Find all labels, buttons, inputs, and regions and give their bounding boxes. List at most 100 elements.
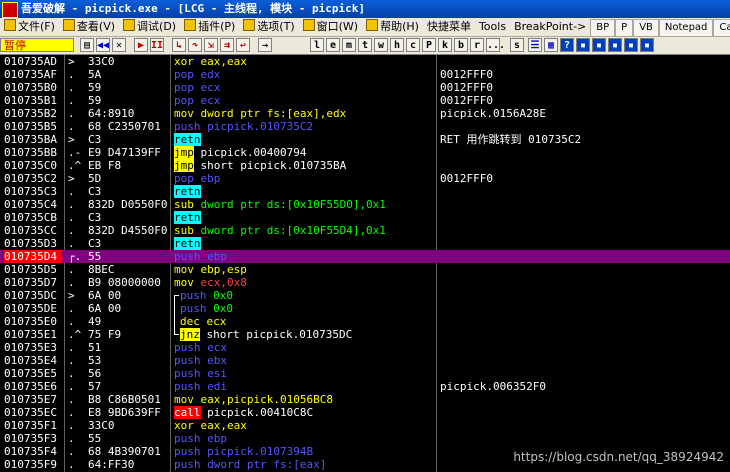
window-button-11[interactable]: ... — [486, 38, 505, 52]
menu-item[interactable]: 调试(D) — [119, 18, 180, 36]
window-button-6[interactable]: c — [406, 38, 420, 52]
disasm-row[interactable]: 010735EC. E8 9BD639FF call picpick.00410C8… — [0, 406, 730, 419]
color-icon-5[interactable]: ▪ — [640, 38, 654, 52]
rewind-icon[interactable]: ◀◀ — [96, 38, 110, 52]
open-icon[interactable]: ▤ — [80, 38, 94, 52]
disasm-row[interactable]: 010735D5. 8BEC mov ebp,esp — [0, 263, 730, 276]
disasm-row[interactable]: 010735D4 ┌. 55 push ebp — [0, 250, 730, 263]
menu-bar: 文件(F) 查看(V) 调试(D) 插件(P) 选项(T) 窗口(W) 帮助(H) 快捷菜单 T… — [0, 18, 730, 37]
window-button-12[interactable]: s — [510, 38, 524, 52]
grid-icon[interactable]: ▦ — [544, 38, 558, 52]
mnemonic: jnz — [180, 328, 200, 341]
disasm-row[interactable]: 010735DC >6A 00 push 0x0 — [0, 289, 730, 302]
disasm-row[interactable]: 010735BB .- E9 D47139FF jmp picpick.0040079… — [0, 146, 730, 159]
disasm-row[interactable]: 010735B2. 64:8910 mov dword ptr fs:[eax],e… — [0, 107, 730, 120]
disassembly-cell: retn — [174, 133, 436, 146]
color-icon-2[interactable]: ▪ — [592, 38, 606, 52]
flow-marker: . — [68, 107, 75, 120]
menu-item[interactable]: 窗口(W) — [299, 18, 362, 36]
window-button-9[interactable]: b — [454, 38, 468, 52]
color-icon-4[interactable]: ▪ — [624, 38, 638, 52]
disasm-row[interactable]: 010735E4. 53 push ebx — [0, 354, 730, 367]
disasm-row[interactable]: 010735F3. 55 push ebp — [0, 432, 730, 445]
color-icon-3[interactable]: ▪ — [608, 38, 622, 52]
disasm-row[interactable]: 010735C0 .^ EB F8 jmp short picpick.010735B… — [0, 159, 730, 172]
disasm-row[interactable]: 010735C3. C3 retn — [0, 185, 730, 198]
help-icon[interactable]: ? — [560, 38, 574, 52]
disasm-row[interactable]: 010735E0. 49 dec ecx — [0, 315, 730, 328]
trace-over-icon[interactable]: ⇉ — [220, 38, 234, 52]
window-button-2[interactable]: m — [342, 38, 356, 52]
mnemonic: mov — [174, 107, 194, 120]
plugin-button[interactable]: Calc — [713, 19, 730, 36]
pause-icon[interactable]: II — [150, 38, 164, 52]
trace-into-icon[interactable]: ⇲ — [204, 38, 218, 52]
run-icon[interactable]: ▶ — [134, 38, 148, 52]
disassembly-cell: xor eax,eax — [174, 55, 436, 68]
disasm-row[interactable]: 010735D7. B9 08000000 mov ecx,0x8 — [0, 276, 730, 289]
window-button-0[interactable]: l — [310, 38, 324, 52]
window-button-10[interactable]: r — [470, 38, 484, 52]
disasm-row[interactable]: 010735F1. 33C0 xor eax,eax — [0, 419, 730, 432]
disasm-row[interactable]: 010735C4. 832D D0550F01 sub dword ptr ds:[… — [0, 198, 730, 211]
menu-item[interactable]: 帮助(H) — [362, 18, 423, 36]
disasm-row[interactable]: 010735E1 .^ 75 F9 jnz short picpick.010735D… — [0, 328, 730, 341]
plugin-button[interactable]: VB — [633, 19, 659, 36]
address-cell: 010735B2 — [4, 107, 57, 120]
disasm-row[interactable]: 010735E7. B8 C86B0501 mov eax,picpick.0105… — [0, 393, 730, 406]
disassembly-pane[interactable]: https://blog.csdn.net/qq_38924942 010735… — [0, 55, 730, 472]
window-button-1[interactable]: e — [326, 38, 340, 52]
window-button-4[interactable]: w — [374, 38, 388, 52]
list-icon[interactable]: ☰ — [528, 38, 542, 52]
disasm-row[interactable]: 010735F4. 68 4B390701 push picpick.0107394… — [0, 445, 730, 458]
address-cell: 010735BB — [4, 146, 57, 159]
operands: picpick.0107394B — [200, 445, 314, 458]
comment-cell: 0012FFF0 — [440, 94, 493, 107]
disasm-row[interactable]: 010735BA > C3 retn RET 用作跳转到 010735C2 — [0, 133, 730, 146]
execute-till-return-icon[interactable]: ↩ — [236, 38, 250, 52]
window-button-8[interactable]: k — [438, 38, 452, 52]
disasm-row[interactable]: 010735CB. C3 retn — [0, 211, 730, 224]
address-cell: 010735F9 — [4, 458, 57, 471]
hex-bytes-cell: 68 C2350701 — [88, 120, 161, 133]
plugin-button[interactable]: P — [615, 19, 634, 36]
disasm-row[interactable]: 010735C2 >5D pop ebp 0012FFF0 — [0, 172, 730, 185]
window-button-7[interactable]: P — [422, 38, 436, 52]
color-icon-1[interactable]: ▪ — [576, 38, 590, 52]
comment-cell: 0012FFF0 — [440, 81, 493, 94]
window-button-3[interactable]: t — [358, 38, 372, 52]
plugin-button[interactable]: BP — [590, 19, 616, 36]
menu-item[interactable]: Tools — [475, 18, 510, 36]
menu-item[interactable]: BreakPoint-> — [510, 18, 590, 36]
disasm-row[interactable]: 010735B5. 68 C2350701 push picpick.010735C… — [0, 120, 730, 133]
disasm-row[interactable]: 010735E6. 57 push edi picpick.006352F0 — [0, 380, 730, 393]
disasm-row[interactable]: 010735AF. 5A pop edx 0012FFF0 — [0, 68, 730, 81]
menu-item[interactable]: 快捷菜单 — [423, 18, 475, 36]
goto-icon[interactable]: → — [258, 38, 272, 52]
flow-marker: . — [68, 68, 75, 81]
disassembly-cell: pop ecx — [174, 94, 436, 107]
menu-item[interactable]: 插件(P) — [180, 18, 239, 36]
operands: picpick.010735C2 — [200, 120, 314, 133]
step-into-icon[interactable]: ↳ — [172, 38, 186, 52]
disasm-row[interactable]: 010735CC. 832D D4550F01 sub dword ptr ds:[… — [0, 224, 730, 237]
plugin-button[interactable]: Notepad — [658, 19, 714, 36]
disasm-row[interactable]: 010735B0. 59 pop ecx 0012FFF0 — [0, 81, 730, 94]
menu-icon — [62, 19, 75, 31]
operands: ebp,esp — [193, 263, 247, 276]
disasm-row[interactable]: 010735D3. C3 retn — [0, 237, 730, 250]
disasm-row[interactable]: 010735E5. 56 push esi — [0, 367, 730, 380]
disasm-row[interactable]: 010735B1. 59 pop ecx 0012FFF0 — [0, 94, 730, 107]
menu-item[interactable]: 选项(T) — [239, 18, 298, 36]
disasm-row[interactable]: 010735AD >33C0 xor eax,eax — [0, 55, 730, 68]
disasm-row[interactable]: 010735E3. 51 push ecx — [0, 341, 730, 354]
address-cell: 010735E0 — [4, 315, 57, 328]
menu-item[interactable]: 查看(V) — [59, 18, 119, 36]
close-icon[interactable]: ✕ — [112, 38, 126, 52]
window-button-5[interactable]: h — [390, 38, 404, 52]
disasm-row[interactable]: 010735DE. 6A 00 push 0x0 — [0, 302, 730, 315]
menu-item[interactable]: 文件(F) — [0, 18, 59, 36]
address-cell: 010735B0 — [4, 81, 57, 94]
disasm-row[interactable]: 010735F9. 64:FF30 push dword ptr fs:[eax] — [0, 458, 730, 471]
step-over-icon[interactable]: ↷ — [188, 38, 202, 52]
